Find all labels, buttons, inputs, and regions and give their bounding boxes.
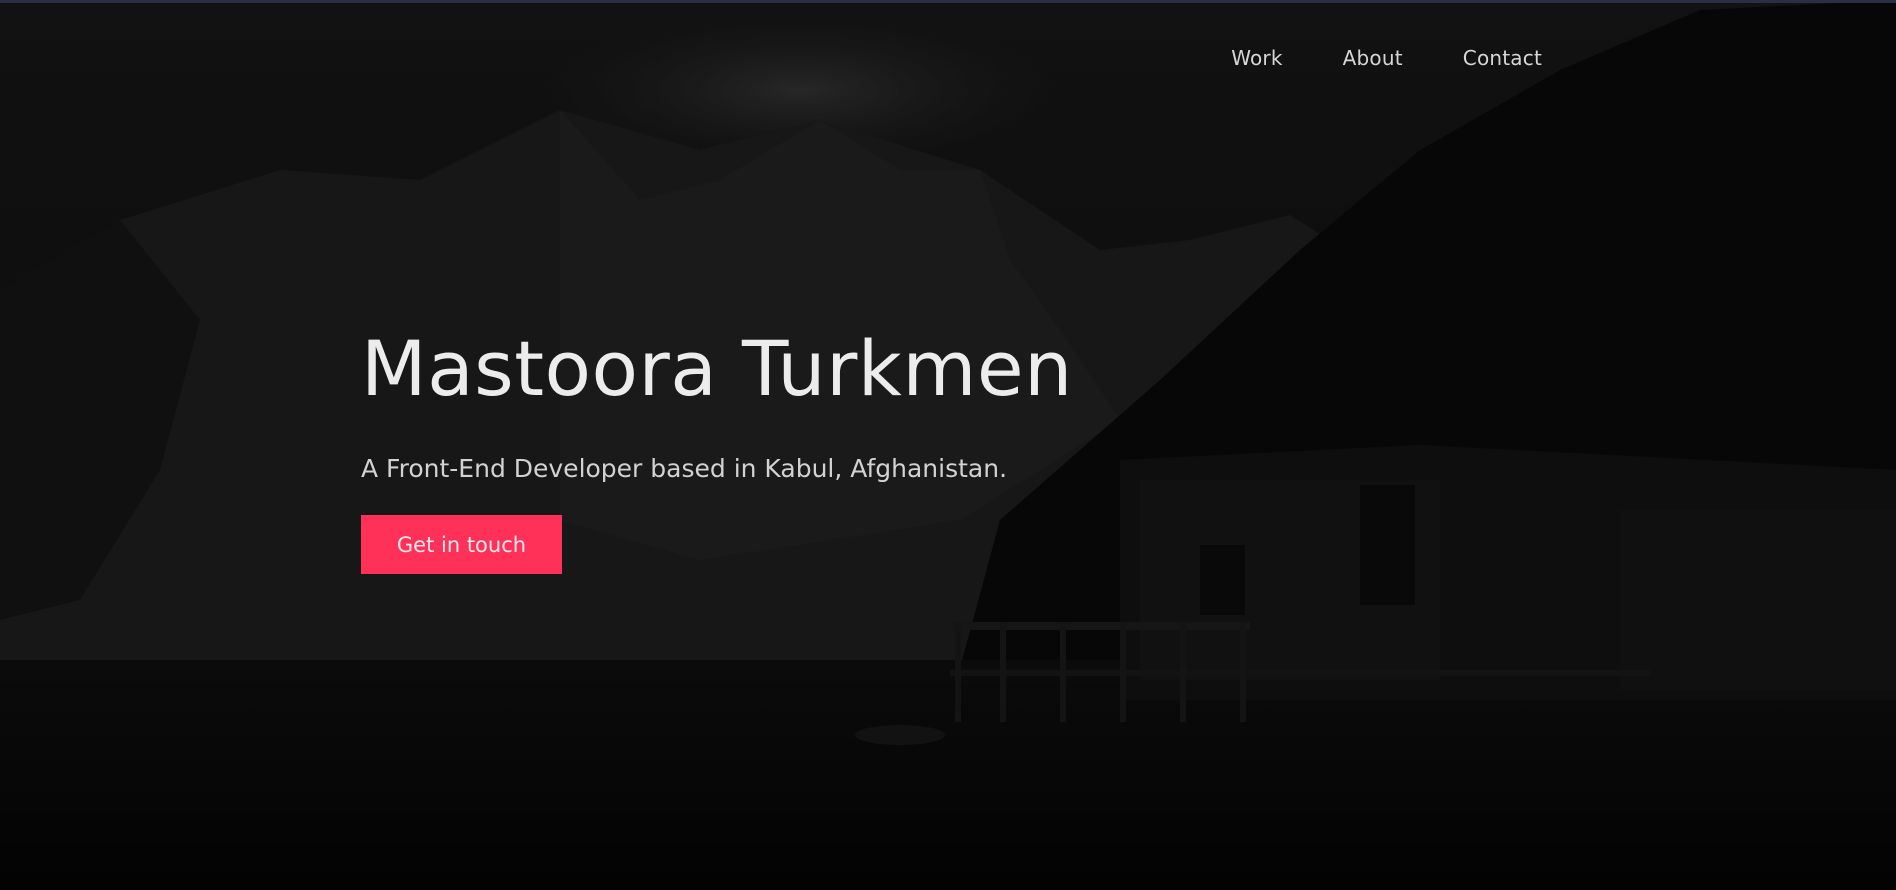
get-in-touch-button[interactable]: Get in touch: [361, 515, 562, 575]
page: Work About Contact Mastoora Turkmen A Fr…: [0, 0, 1896, 890]
nav-link-about[interactable]: About: [1343, 46, 1403, 70]
main-nav: Work About Contact: [1231, 46, 1542, 70]
hero-subtitle: A Front-End Developer based in Kabul, Af…: [361, 454, 1008, 484]
top-strip: [0, 0, 1896, 3]
nav-link-work[interactable]: Work: [1231, 46, 1282, 70]
hero-section: Mastoora Turkmen A Front-End Developer b…: [361, 324, 1073, 575]
nav-link-contact[interactable]: Contact: [1463, 46, 1542, 70]
hero-title: Mastoora Turkmen: [361, 324, 1073, 413]
